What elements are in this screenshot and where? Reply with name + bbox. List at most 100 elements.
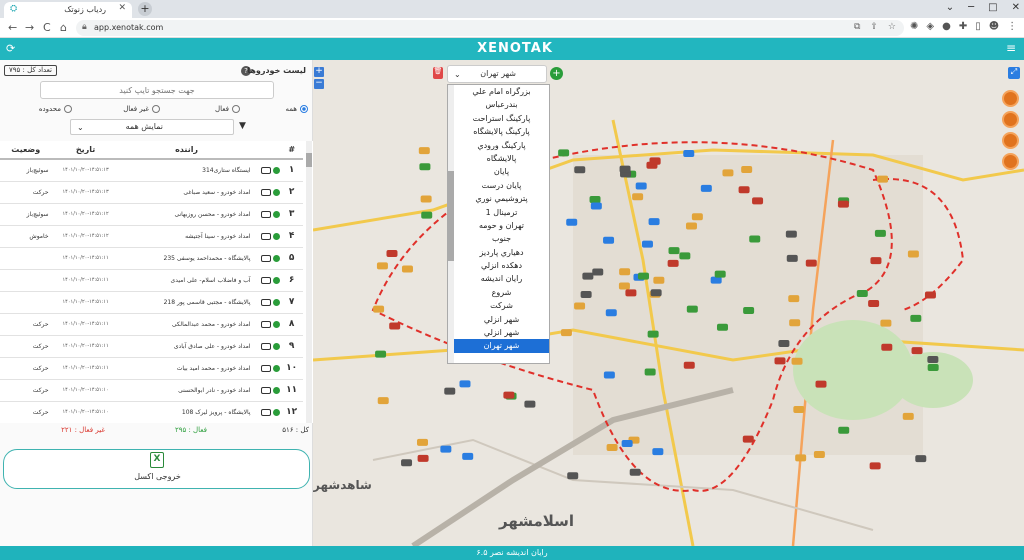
vehicle-marker-icon[interactable] bbox=[683, 150, 695, 158]
vehicle-marker-icon[interactable] bbox=[652, 448, 664, 456]
vehicle-marker-icon[interactable] bbox=[815, 380, 827, 388]
table-row[interactable]: ۴ امداد خودرو - سینا آجتیشه ۱۴۰۱/۱۰/۲۰-۱۴:… bbox=[0, 225, 303, 248]
vehicle-marker-icon[interactable] bbox=[793, 406, 805, 414]
vehicle-marker-icon[interactable] bbox=[605, 309, 617, 317]
building-icon[interactable] bbox=[1002, 90, 1019, 107]
vehicle-search-input[interactable] bbox=[40, 81, 274, 99]
vehicle-marker-icon[interactable] bbox=[401, 265, 413, 273]
vehicle-marker-icon[interactable] bbox=[788, 295, 800, 303]
close-window-icon[interactable]: ✕ bbox=[1012, 2, 1020, 13]
city-option[interactable]: پتروشيمي نوري bbox=[448, 192, 549, 205]
radio-active[interactable]: فعال bbox=[215, 105, 240, 113]
vehicle-marker-icon[interactable] bbox=[567, 472, 579, 480]
vehicle-marker-icon[interactable] bbox=[629, 468, 641, 476]
vehicle-marker-icon[interactable] bbox=[738, 186, 750, 194]
sidebar-icon[interactable]: ▯ bbox=[975, 21, 981, 32]
tab-search-icon[interactable]: ⌄ bbox=[946, 2, 954, 13]
vehicle-marker-icon[interactable] bbox=[574, 166, 586, 174]
add-area-button[interactable]: + bbox=[550, 67, 563, 80]
col-status[interactable]: وضعیت bbox=[0, 141, 52, 160]
vehicle-marker-icon[interactable] bbox=[837, 200, 849, 208]
vehicle-marker-icon[interactable] bbox=[868, 300, 880, 308]
forward-icon[interactable]: → bbox=[25, 21, 34, 34]
vehicle-marker-icon[interactable] bbox=[838, 426, 850, 434]
vehicle-marker-icon[interactable] bbox=[742, 435, 754, 443]
vehicle-marker-icon[interactable] bbox=[668, 247, 680, 255]
vehicle-marker-icon[interactable] bbox=[789, 319, 801, 327]
vehicle-marker-icon[interactable] bbox=[603, 371, 615, 379]
vehicle-marker-icon[interactable] bbox=[589, 195, 601, 203]
vehicle-marker-icon[interactable] bbox=[653, 276, 665, 284]
vehicle-marker-icon[interactable] bbox=[644, 368, 656, 376]
vehicle-marker-icon[interactable] bbox=[582, 272, 594, 280]
vehicle-marker-icon[interactable] bbox=[459, 380, 471, 388]
zoom-out-button[interactable]: − bbox=[314, 79, 324, 89]
city-option[interactable]: پارکينگ پالايشگاه bbox=[448, 125, 549, 138]
vehicle-marker-icon[interactable] bbox=[679, 252, 691, 260]
vehicle-marker-icon[interactable] bbox=[421, 211, 433, 219]
avatar[interactable]: ☻ bbox=[989, 21, 999, 32]
vehicle-marker-icon[interactable] bbox=[877, 175, 889, 183]
delete-area-icon[interactable]: 🗑︎ bbox=[433, 67, 443, 79]
city-option[interactable]: پارکينگ ورودي bbox=[448, 139, 549, 152]
vehicle-marker-icon[interactable] bbox=[389, 322, 401, 330]
city-option[interactable]: شهر تهران bbox=[448, 339, 549, 353]
radio-inactive[interactable]: غیر فعال bbox=[123, 105, 160, 113]
vehicle-marker-icon[interactable] bbox=[927, 355, 939, 363]
vehicle-marker-icon[interactable] bbox=[686, 305, 698, 313]
table-row[interactable]: ۱۰ امداد خودرو - محمد امید بیات ۱۴۰۱/۱۰/۲۰… bbox=[0, 357, 303, 380]
vehicle-marker-icon[interactable] bbox=[418, 147, 430, 155]
city-option[interactable]: ترمينال 1 bbox=[448, 206, 549, 219]
display-filter-select[interactable]: ⌄ نمایش همه bbox=[70, 119, 234, 135]
tab-close-icon[interactable]: ✕ bbox=[118, 3, 126, 13]
home-icon[interactable]: ⌂ bbox=[60, 21, 67, 34]
vehicle-marker-icon[interactable] bbox=[880, 319, 892, 327]
vehicle-marker-icon[interactable] bbox=[716, 323, 728, 331]
url-bar[interactable]: 🔒︎ app.xenotak.com ⧉ ⇪ ☆ bbox=[76, 20, 904, 36]
city-option[interactable]: پايان bbox=[448, 165, 549, 178]
vehicle-marker-icon[interactable] bbox=[870, 257, 882, 265]
new-tab-button[interactable]: + bbox=[138, 2, 152, 16]
vehicle-marker-icon[interactable] bbox=[791, 357, 803, 365]
vehicle-marker-icon[interactable] bbox=[419, 163, 431, 171]
vehicle-marker-icon[interactable] bbox=[749, 235, 761, 243]
back-icon[interactable]: ← bbox=[8, 21, 17, 34]
vehicle-marker-icon[interactable] bbox=[907, 250, 919, 258]
table-scroll-thumb[interactable] bbox=[306, 153, 312, 167]
expand-map-icon[interactable]: ⤢ bbox=[1008, 67, 1020, 79]
vehicle-marker-icon[interactable] bbox=[927, 364, 939, 372]
city-option[interactable]: بندرعباس bbox=[448, 98, 549, 111]
vehicle-marker-icon[interactable] bbox=[560, 329, 572, 337]
vehicle-marker-icon[interactable] bbox=[805, 259, 817, 267]
vehicle-marker-icon[interactable] bbox=[915, 455, 927, 463]
city-option[interactable]: شهر انزلي bbox=[448, 313, 549, 326]
menu-icon[interactable]: ≡ bbox=[1006, 41, 1016, 55]
table-row[interactable]: ۱۲ پالایشگاه - پرویز لیرک 108 ۱۴۰۱/۱۰/۲۰-۱… bbox=[0, 401, 303, 423]
vehicle-marker-icon[interactable] bbox=[881, 343, 893, 351]
vehicle-marker-icon[interactable] bbox=[641, 240, 653, 248]
vehicle-marker-icon[interactable] bbox=[621, 440, 633, 448]
city-option[interactable]: دهکده انزلي bbox=[448, 259, 549, 272]
vehicle-marker-icon[interactable] bbox=[440, 445, 452, 453]
city-option[interactable]: دهياري پارديز bbox=[448, 246, 549, 259]
vehicle-marker-icon[interactable] bbox=[377, 397, 389, 405]
vehicle-marker-icon[interactable] bbox=[375, 350, 387, 358]
bookmark-star-icon[interactable]: ☆ bbox=[888, 22, 896, 32]
browser-tab[interactable]: ⛭ ردیاب زنوتک ✕ bbox=[4, 2, 132, 18]
vehicle-marker-icon[interactable] bbox=[580, 291, 592, 299]
table-row[interactable]: ۳ امداد خودرو - محسن روزبهانی ۱۴۰۱/۱۰/۲۰-۱… bbox=[0, 203, 303, 226]
vehicle-marker-icon[interactable] bbox=[785, 230, 797, 238]
vehicle-marker-icon[interactable] bbox=[778, 340, 790, 348]
city-option[interactable]: شروع bbox=[448, 286, 549, 299]
vehicle-marker-icon[interactable] bbox=[401, 459, 413, 467]
vehicle-marker-icon[interactable] bbox=[714, 270, 726, 278]
vehicle-marker-icon[interactable] bbox=[373, 305, 385, 313]
vehicle-marker-icon[interactable] bbox=[648, 218, 660, 226]
vehicle-marker-icon[interactable] bbox=[869, 462, 881, 470]
vehicle-marker-icon[interactable] bbox=[691, 213, 703, 221]
vehicle-marker-icon[interactable] bbox=[856, 290, 868, 298]
vehicle-marker-icon[interactable] bbox=[574, 302, 586, 310]
col-driver[interactable]: راننده bbox=[119, 141, 254, 160]
extension-icon[interactable]: ✺ bbox=[910, 21, 918, 32]
city-option[interactable]: شرکت bbox=[448, 299, 549, 312]
